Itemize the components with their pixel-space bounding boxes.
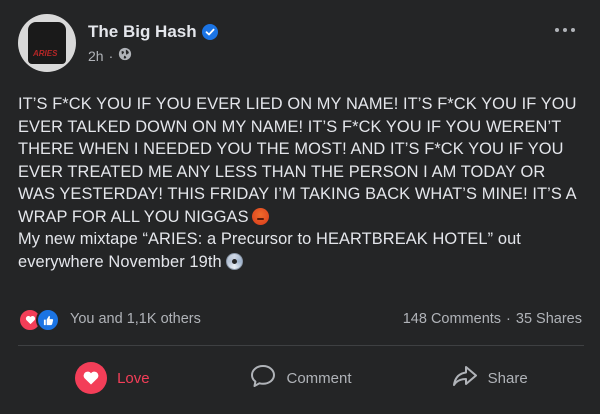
globe-icon[interactable] bbox=[118, 47, 132, 64]
post-meta: 2h · bbox=[88, 47, 132, 64]
comments-shares: 148 Comments · 35 Shares bbox=[403, 311, 582, 327]
post-header: ARIES The Big Hash 2h · bbox=[18, 14, 582, 76]
comment-icon bbox=[250, 364, 276, 392]
actions-divider bbox=[18, 345, 584, 346]
post-text-1: IT’S F*CK YOU IF YOU EVER LIED ON MY NAM… bbox=[18, 95, 577, 226]
angry-face-icon bbox=[251, 207, 269, 225]
heart-icon bbox=[75, 362, 108, 394]
reactions-count[interactable]: You and 1,1K others bbox=[70, 311, 201, 327]
love-button[interactable]: Love bbox=[18, 352, 207, 404]
post-stats: You and 1,1K others 148 Comments · 35 Shar… bbox=[18, 308, 584, 332]
avatar-logo-text: ARIES bbox=[33, 49, 58, 58]
comments-count[interactable]: 148 Comments bbox=[403, 311, 501, 327]
more-options-icon[interactable] bbox=[550, 22, 580, 38]
post-paragraph: My new mixtape “ARIES: a Precursor to HE… bbox=[18, 228, 584, 273]
post-text-2: My new mixtape “ARIES: a Precursor to HE… bbox=[18, 230, 521, 271]
author-row: The Big Hash bbox=[88, 20, 218, 44]
post-time[interactable]: 2h bbox=[88, 48, 104, 64]
stats-separator: · bbox=[506, 311, 511, 327]
comment-label: Comment bbox=[286, 369, 352, 387]
reaction-icons[interactable] bbox=[18, 308, 60, 332]
verified-badge-icon bbox=[201, 24, 218, 40]
comment-button[interactable]: Comment bbox=[207, 352, 396, 404]
share-label: Share bbox=[487, 369, 528, 387]
shares-count[interactable]: 35 Shares bbox=[516, 311, 582, 327]
avatar[interactable]: ARIES bbox=[18, 14, 76, 72]
author-name[interactable]: The Big Hash bbox=[88, 22, 197, 42]
share-icon bbox=[452, 365, 478, 391]
optical-disc-icon bbox=[225, 252, 243, 270]
post-body: IT’S F*CK YOU IF YOU EVER LIED ON MY NAM… bbox=[18, 93, 584, 273]
like-reaction-icon bbox=[36, 308, 60, 332]
post-paragraph: IT’S F*CK YOU IF YOU EVER LIED ON MY NAM… bbox=[18, 93, 584, 228]
meta-separator: · bbox=[108, 47, 114, 64]
post-actions: Love Comment Share bbox=[18, 352, 584, 404]
share-button[interactable]: Share bbox=[395, 352, 584, 404]
love-label: Love bbox=[117, 369, 150, 387]
facebook-post: ARIES The Big Hash 2h · IT’S F*CK YOU IF… bbox=[0, 0, 600, 414]
